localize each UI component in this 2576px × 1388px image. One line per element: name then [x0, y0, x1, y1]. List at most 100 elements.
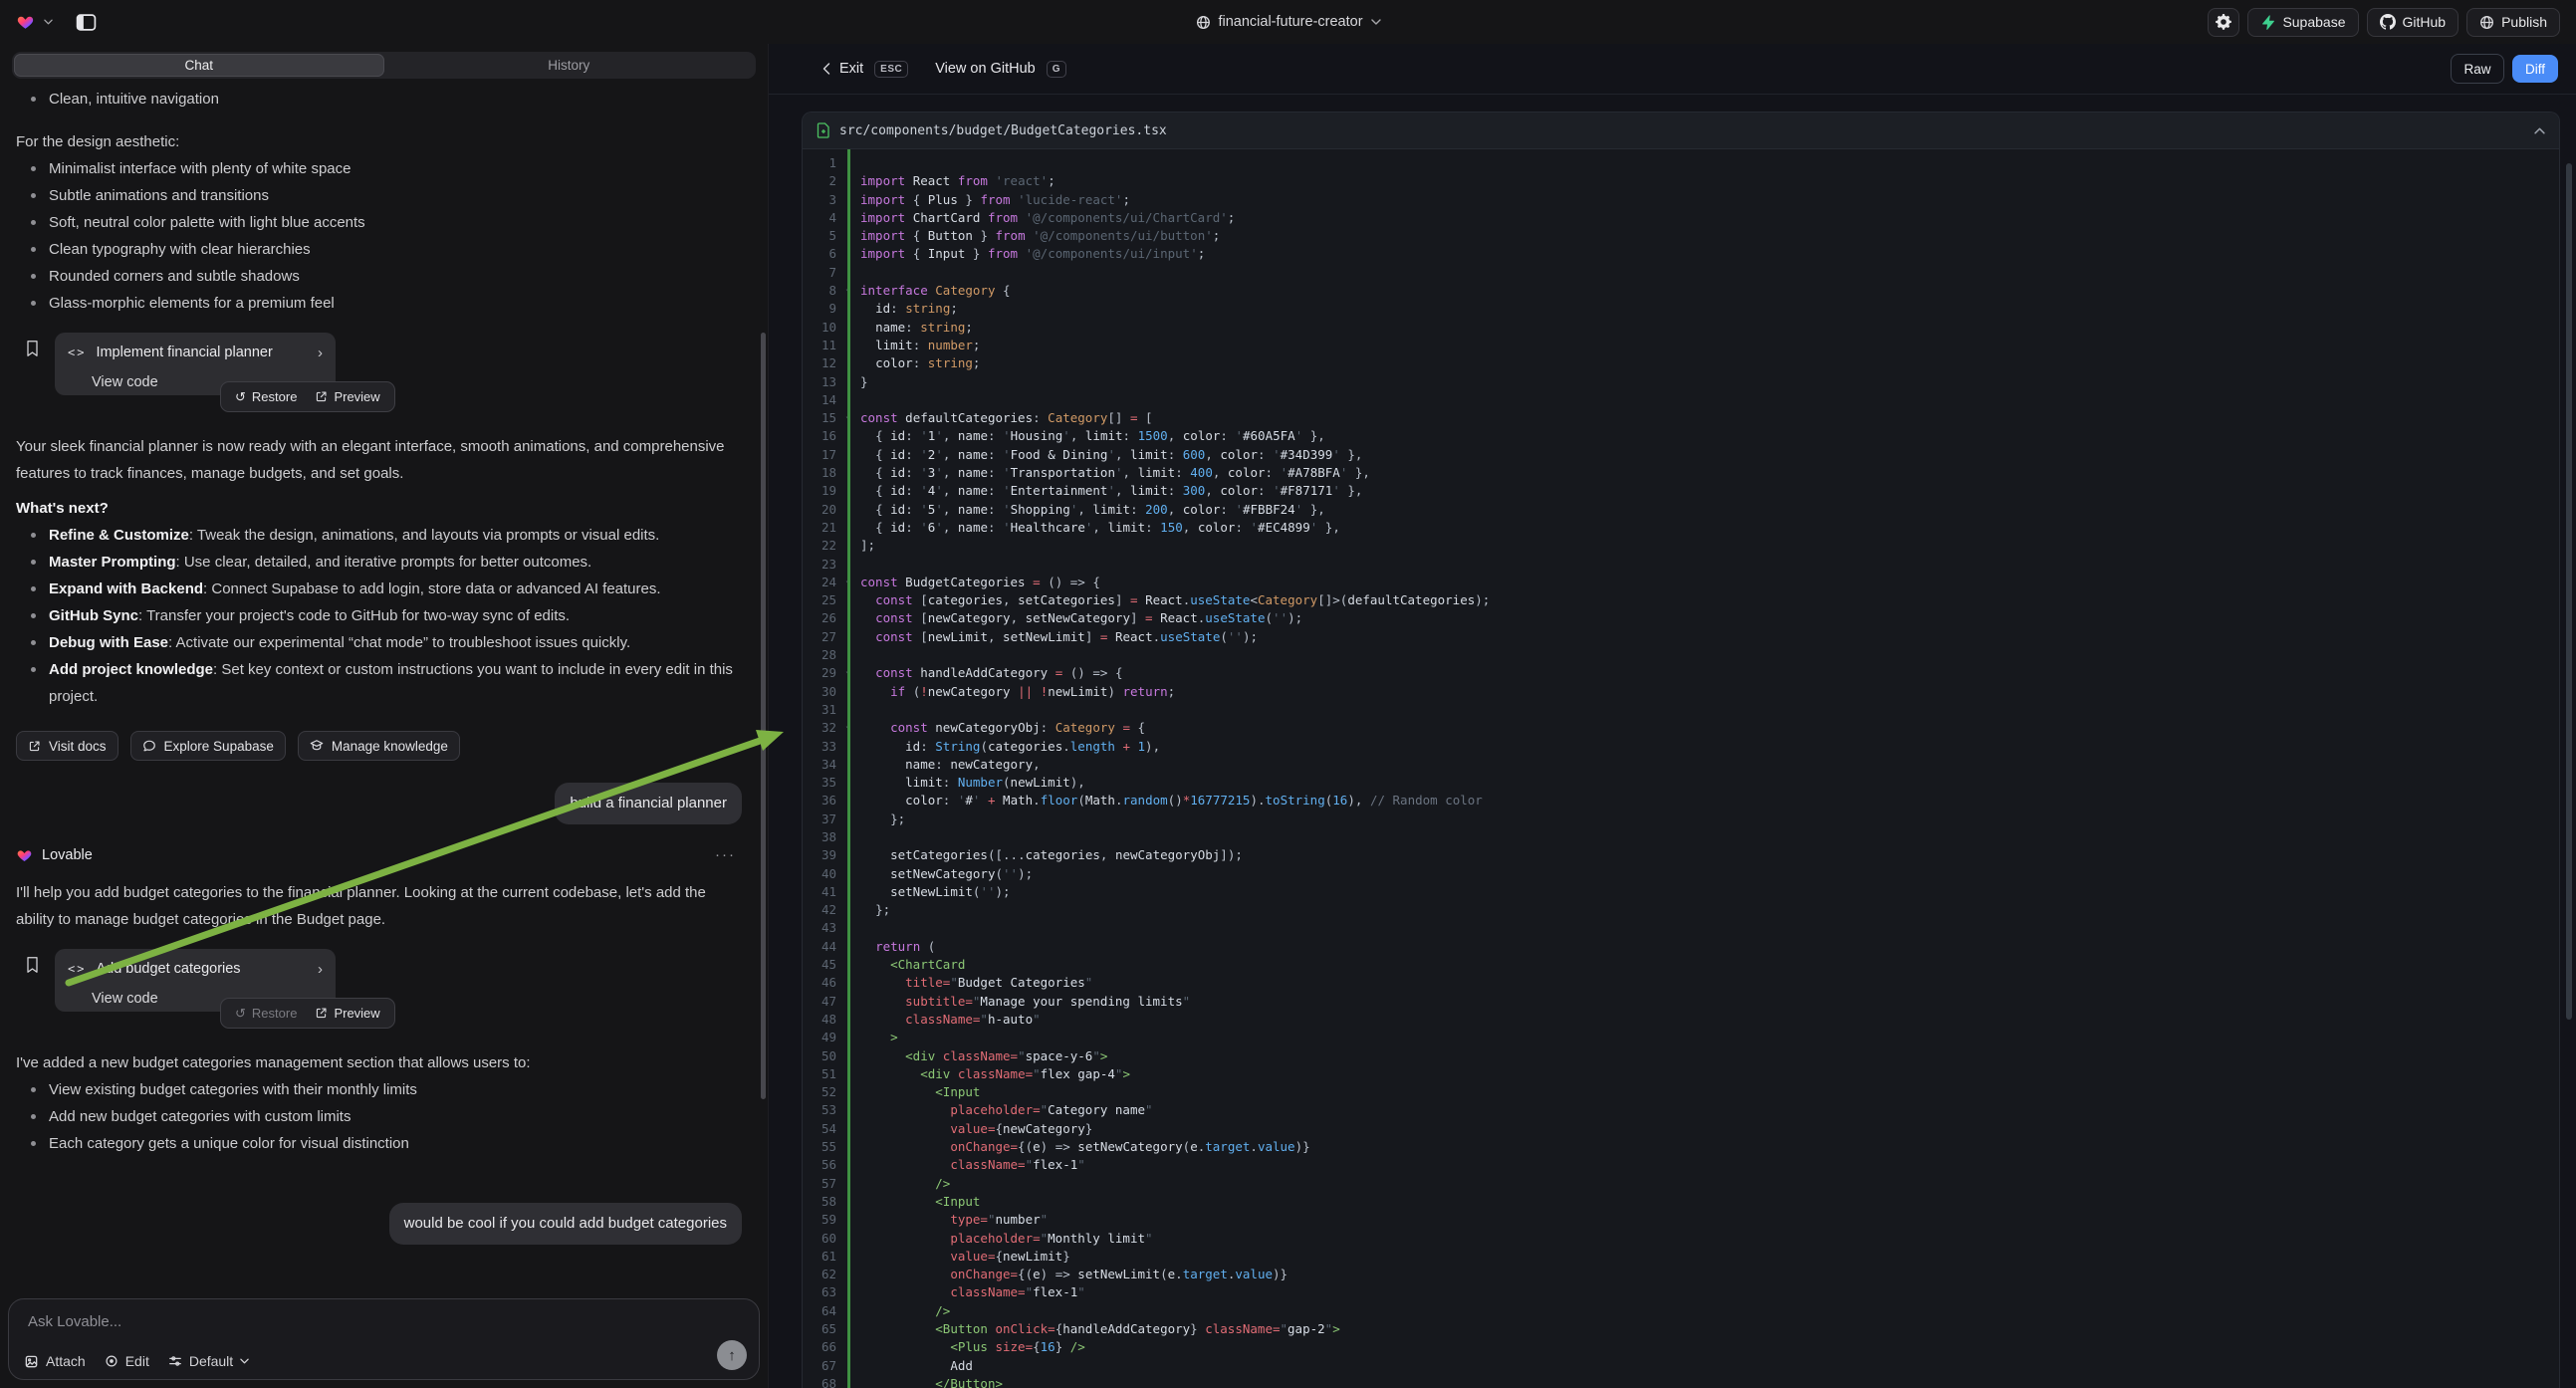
diff-toggle-button[interactable]: Diff	[2512, 55, 2558, 83]
restore-label: Restore	[252, 1000, 298, 1027]
project-switcher[interactable]: financial-future-creator	[1195, 14, 1380, 30]
bookmark-icon[interactable]	[25, 956, 40, 974]
code-view-panel: Exit ESC View on GitHub G Raw Diff src/c…	[769, 44, 2576, 1388]
chat-input[interactable]	[26, 1312, 742, 1331]
next-steps-list: Refine & Customize: Tweak the design, an…	[16, 522, 742, 710]
github-button-label: GitHub	[2403, 14, 2447, 30]
code-line: };	[860, 810, 2559, 828]
user-message-bubble: build a financial planner	[555, 783, 742, 824]
chevron-right-icon: ›	[318, 340, 323, 366]
manage-knowledge-button[interactable]: Manage knowledge	[298, 731, 460, 761]
code-line: { id: '4', name: 'Entertainment', limit:…	[860, 482, 2559, 500]
code-icon: <>	[68, 340, 86, 366]
line-number: 57	[803, 1175, 842, 1193]
tab-history[interactable]: History	[384, 54, 755, 77]
preview-label: Preview	[334, 1000, 379, 1027]
code-scrollbar-thumb[interactable]	[2566, 163, 2572, 1020]
code-line: >	[860, 1029, 2559, 1046]
line-number: 32⌄	[803, 719, 842, 737]
line-number: 61	[803, 1248, 842, 1266]
line-number: 19	[803, 482, 842, 500]
code-editor[interactable]: 12345678⌄9101112131415⌄16171819202122232…	[803, 149, 2559, 1388]
line-number: 55	[803, 1138, 842, 1156]
line-number: 46	[803, 974, 842, 992]
line-number: 23	[803, 556, 842, 574]
sliders-icon	[168, 1354, 182, 1368]
lovable-logo-heart-icon[interactable]	[16, 13, 35, 31]
supabase-button[interactable]: Supabase	[2247, 8, 2358, 37]
raw-toggle-button[interactable]: Raw	[2451, 54, 2504, 84]
view-on-github-button[interactable]: View on GitHub	[935, 61, 1035, 77]
quick-actions-row: Visit docs Explore Supabase Manage knowl…	[16, 731, 742, 761]
chat-scrollbar-thumb[interactable]	[761, 333, 766, 1099]
list-item: Debug with Ease: Activate our experiment…	[16, 629, 742, 656]
tab-chat[interactable]: Chat	[14, 54, 384, 77]
restore-preview-pill: ↺ Restore Preview	[220, 998, 395, 1029]
logo-chevron-down-icon[interactable]	[44, 19, 53, 25]
publish-button[interactable]: Publish	[2466, 8, 2560, 37]
line-number: 25	[803, 591, 842, 609]
list-item: Each category gets a unique color for vi…	[16, 1130, 742, 1157]
line-number-gutter: 12345678⌄9101112131415⌄16171819202122232…	[803, 154, 842, 1388]
edit-button[interactable]: Edit	[105, 1353, 149, 1369]
version-card-add-budget-categories[interactable]: <> Add budget categories › View code ↺ R…	[55, 949, 336, 1012]
line-number: 9	[803, 300, 842, 318]
code-line: </Button>	[860, 1375, 2559, 1388]
external-link-icon	[315, 1007, 328, 1020]
mode-select[interactable]: Default	[168, 1353, 249, 1369]
line-number: 65	[803, 1320, 842, 1338]
restore-button[interactable]: ↺ Restore	[226, 999, 306, 1028]
code-line: const defaultCategories: Category[] = [	[860, 409, 2559, 427]
publish-button-label: Publish	[2501, 14, 2547, 30]
message-more-menu[interactable]: ···	[715, 841, 736, 868]
scrollback-bullet-list: Clean, intuitive navigation	[16, 86, 742, 113]
external-link-icon	[28, 740, 41, 753]
code-line: const [categories, setCategories] = Reac…	[860, 591, 2559, 609]
file-path-bar[interactable]: src/components/budget/BudgetCategories.t…	[803, 113, 2559, 149]
code-line: <Input	[860, 1083, 2559, 1101]
tab-chat-label: Chat	[184, 58, 213, 73]
restore-icon: ↺	[235, 1000, 246, 1027]
line-number: 7	[803, 264, 842, 282]
github-button[interactable]: GitHub	[2367, 8, 2459, 37]
restore-button[interactable]: ↺ Restore	[226, 382, 306, 411]
line-number: 5	[803, 227, 842, 245]
visit-docs-button[interactable]: Visit docs	[16, 731, 118, 761]
code-line: limit: number;	[860, 337, 2559, 354]
code-line	[860, 701, 2559, 719]
restore-icon: ↺	[235, 383, 246, 410]
bookmark-icon[interactable]	[25, 340, 40, 357]
line-number: 6	[803, 245, 842, 263]
list-item: Add project knowledge: Set key context o…	[16, 656, 742, 710]
line-number: 22	[803, 537, 842, 555]
line-number: 53	[803, 1101, 842, 1119]
line-number: 35	[803, 774, 842, 792]
preview-button[interactable]: Preview	[306, 382, 388, 411]
code-line: { id: '1', name: 'Housing', limit: 1500,…	[860, 427, 2559, 445]
line-number: 27	[803, 628, 842, 646]
code-line: setCategories([...categories, newCategor…	[860, 846, 2559, 864]
code-line: <Plus size={16} />	[860, 1338, 2559, 1356]
code-line: }	[860, 373, 2559, 391]
code-line: interface Category {	[860, 282, 2559, 300]
version-card-implement-financial-planner[interactable]: <> Implement financial planner › View co…	[55, 333, 336, 395]
line-number: 12	[803, 354, 842, 372]
send-button[interactable]: ↑	[717, 1340, 747, 1370]
attach-button[interactable]: Attach	[24, 1353, 86, 1369]
preview-button[interactable]: Preview	[306, 999, 388, 1028]
collapse-chevron-up-icon[interactable]	[2534, 127, 2545, 134]
exit-button[interactable]: Exit	[822, 61, 863, 77]
sidebar-toggle-icon[interactable]	[76, 13, 97, 32]
code-line: value={newLimit}	[860, 1248, 2559, 1266]
settings-button[interactable]	[2208, 8, 2239, 37]
design-heading: For the design aesthetic:	[16, 128, 737, 155]
chat-scroll-area[interactable]: Clean, intuitive navigation For the desi…	[0, 80, 758, 1292]
explore-supabase-button[interactable]: Explore Supabase	[130, 731, 286, 761]
line-number: 41	[803, 883, 842, 901]
code-line: };	[860, 901, 2559, 919]
code-line: { id: '5', name: 'Shopping', limit: 200,…	[860, 501, 2559, 519]
line-number: 68	[803, 1375, 842, 1388]
publish-globe-icon	[2479, 15, 2494, 30]
design-bullet-list: Minimalist interface with plenty of whit…	[16, 155, 742, 317]
gear-icon	[2216, 14, 2231, 30]
